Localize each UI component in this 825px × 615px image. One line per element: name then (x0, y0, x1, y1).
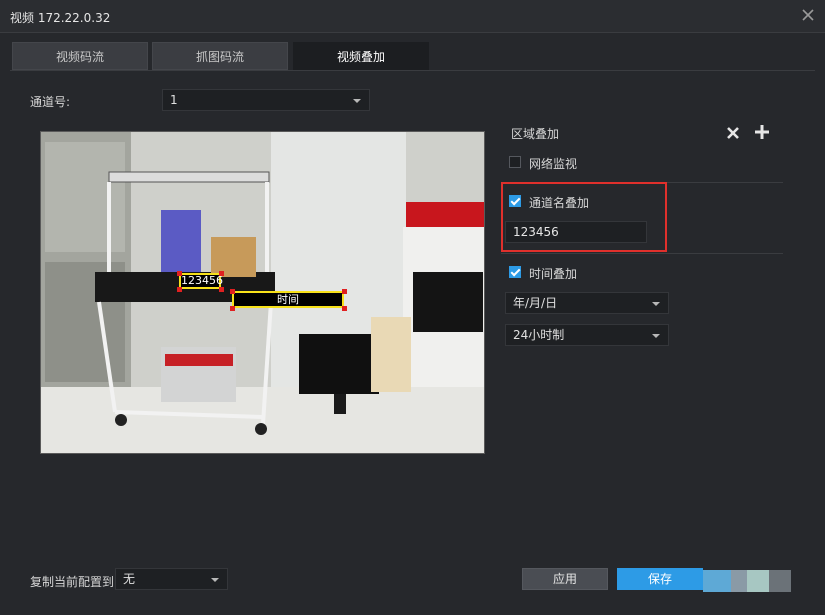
channel-name-checkbox[interactable] (509, 195, 521, 207)
save-button[interactable]: 保存 (617, 568, 703, 590)
copy-config-select[interactable]: 无 (115, 568, 228, 590)
chevron-down-icon (652, 334, 660, 338)
tab-snapshot-stream[interactable]: 抓图码流 (152, 42, 288, 70)
apply-button[interactable]: 应用 (522, 568, 608, 590)
tab-video-overlay[interactable]: 视频叠加 (293, 42, 429, 70)
resize-handle[interactable] (230, 306, 235, 311)
channel-name-overlay[interactable]: 123456 (179, 273, 221, 289)
copy-config-value: 无 (123, 572, 135, 586)
blurred-region (731, 570, 747, 592)
blurred-region (703, 570, 731, 592)
time-checkbox[interactable] (509, 266, 521, 278)
chevron-down-icon (211, 578, 219, 582)
privacy-checkbox-row[interactable]: 网络监视 (509, 155, 629, 171)
resize-handle[interactable] (177, 271, 182, 276)
date-format-select[interactable]: 年/月/日 (505, 292, 669, 314)
channel-name-overlay-text: 123456 (181, 274, 223, 287)
privacy-checkbox[interactable] (509, 156, 521, 168)
channel-name-checkbox-row[interactable]: 通道名叠加 (509, 194, 649, 210)
window-title: 视频 172.22.0.32 (10, 9, 110, 26)
privacy-label: 网络监视 (529, 155, 577, 172)
chevron-down-icon (652, 302, 660, 306)
title-bar: 视频 172.22.0.32 (0, 0, 825, 32)
copy-config-label: 复制当前配置到 (30, 573, 114, 590)
resize-handle[interactable] (230, 289, 235, 294)
divider (501, 253, 783, 254)
channel-label: 通道号: (30, 93, 70, 110)
resize-handle[interactable] (177, 287, 182, 292)
close-icon[interactable] (799, 6, 817, 24)
channel-name-input[interactable]: 123456 (505, 221, 647, 243)
time-label: 时间叠加 (529, 265, 577, 282)
tab-underline (10, 70, 815, 71)
channel-select[interactable]: 1 (162, 89, 370, 111)
time-checkbox-row[interactable]: 时间叠加 (509, 265, 629, 281)
video-preview: 123456 时间 (40, 131, 485, 454)
plus-icon[interactable] (754, 124, 770, 140)
resize-handle[interactable] (219, 271, 224, 276)
resize-handle[interactable] (219, 287, 224, 292)
channel-value: 1 (170, 93, 178, 107)
resize-handle[interactable] (342, 289, 347, 294)
blurred-region (769, 570, 791, 592)
channel-name-label: 通道名叠加 (529, 194, 589, 211)
time-overlay-text: 时间 (277, 293, 299, 306)
close-icon[interactable] (725, 125, 741, 141)
region-overlay-title: 区域叠加 (511, 125, 559, 142)
date-format-value: 年/月/日 (513, 296, 557, 310)
tab-video-stream[interactable]: 视频码流 (12, 42, 148, 70)
blurred-region (747, 570, 769, 592)
resize-handle[interactable] (342, 306, 347, 311)
time-overlay[interactable]: 时间 (232, 291, 344, 308)
chevron-down-icon (353, 99, 361, 103)
hour-format-value: 24小时制 (513, 328, 564, 342)
hour-format-select[interactable]: 24小时制 (505, 324, 669, 346)
